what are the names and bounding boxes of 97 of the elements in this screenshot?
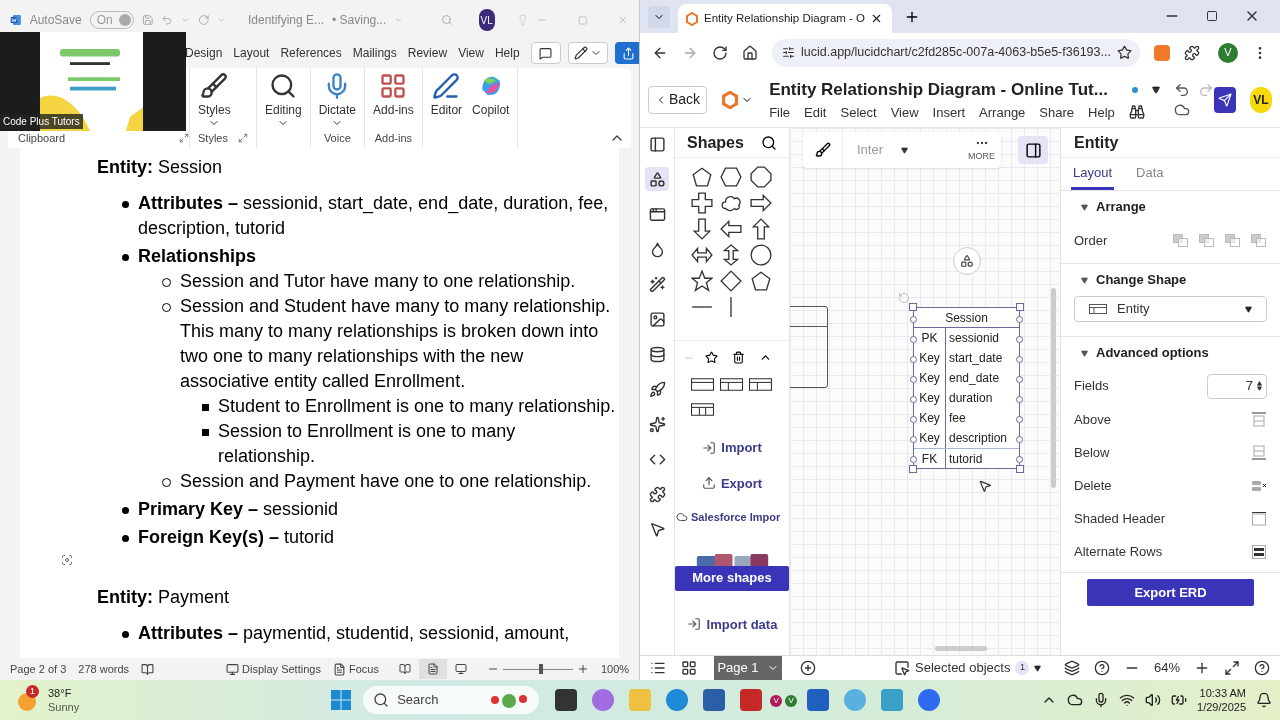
more-button[interactable]: MORE xyxy=(968,136,995,164)
group-label: Styles xyxy=(198,131,228,145)
selected-objects-button[interactable]: Selected objects 1 xyxy=(894,658,1042,678)
ribbon-button[interactable]: Copilot xyxy=(472,72,510,117)
participant-name-tag: Code Plus Tutors xyxy=(0,114,83,129)
ribbon-tab[interactable]: View xyxy=(458,44,484,62)
row-label: Delete xyxy=(1074,476,1112,495)
row-label: Below xyxy=(1074,443,1110,462)
menu-item[interactable]: Share xyxy=(1039,102,1075,122)
row-label: Order xyxy=(1074,232,1108,251)
more-shapes-button[interactable]: More shapes xyxy=(675,565,789,591)
ribbon-tab[interactable]: References xyxy=(280,44,342,62)
list-item-text: Foreign Key(s) – tutorid xyxy=(138,526,335,549)
field-cell[interactable]: description xyxy=(946,428,1008,448)
export-erd-button[interactable]: Export ERD xyxy=(1087,579,1254,606)
row-label: Fields xyxy=(1074,377,1109,396)
ribbon-button[interactable]: Styles xyxy=(198,72,231,129)
group-label: Voice xyxy=(323,131,351,145)
weather-condition: Sunny xyxy=(48,700,80,714)
list-item-text: Attributes – paymentid, studentid, sessionid, amount, xyxy=(138,622,570,645)
ribbon-tab[interactable]: Design xyxy=(185,44,223,62)
profile-avatar[interactable]: V xyxy=(1218,42,1238,63)
panel-tab[interactable]: Layout xyxy=(1071,162,1115,190)
browser-tab[interactable]: Entity Relationship Diagram - O xyxy=(678,4,892,33)
group-label: Add-ins xyxy=(374,131,412,145)
list-item-text: Session and Payment have one to one relationship. xyxy=(180,470,592,493)
clock[interactable]: 10:33 AM 1/29/2025 xyxy=(1197,686,1246,714)
menu-item[interactable]: Help xyxy=(1088,102,1115,122)
ribbon-button[interactable]: Editor xyxy=(430,72,463,117)
ribbon-tab[interactable]: Layout xyxy=(233,44,270,62)
focus-button[interactable]: Focus xyxy=(332,660,379,678)
shape-select[interactable]: Entity xyxy=(1074,296,1267,322)
ribbon-button[interactable]: Dictate xyxy=(318,72,357,129)
ribbon-tab[interactable]: Review xyxy=(407,44,448,62)
panel-title: Shapes xyxy=(687,132,744,153)
menu-item[interactable]: Select xyxy=(840,102,877,122)
fields-spinner[interactable]: 7 xyxy=(1207,373,1267,399)
menu-item[interactable]: View xyxy=(890,102,919,122)
menu-item[interactable]: Arrange xyxy=(979,102,1026,122)
profile-badge: V xyxy=(770,695,783,707)
list-item-text: Session and Tutor have many to one relationship. xyxy=(180,270,576,293)
url-text: lucid.app/lucidchart/c2fd285c-007a-4063-b5e5-f36193... xyxy=(801,44,1111,62)
field-cell[interactable]: end_date xyxy=(946,368,1000,388)
row-label: Above xyxy=(1074,410,1111,429)
zoom-level: 64% xyxy=(1153,659,1180,678)
list-item-text: Student to Enrollment is one to many relationship. xyxy=(218,395,616,418)
address-bar[interactable]: lucid.app/lucidchart/c2fd285c-007a-4063-b5e5-f36193... xyxy=(772,38,1140,67)
panel-title: Entity xyxy=(1061,128,1280,158)
display-settings-button[interactable]: Display Settings xyxy=(226,660,321,678)
list-item-text: Session to Enrollment is one to many relationship. xyxy=(218,420,517,468)
ribbon-button[interactable]: Editing xyxy=(264,72,302,129)
library-action[interactable]: Import xyxy=(702,438,762,458)
menu-item[interactable]: File xyxy=(769,102,791,122)
section-header[interactable]: Change Shape xyxy=(1061,264,1280,296)
section-header[interactable]: Advanced options xyxy=(1061,337,1280,369)
list-item-text: Session and Student have many to many relationship. This many to many relationships is broken down into two one to many relationships with the new associative entity called Enrollment. xyxy=(180,295,612,393)
list-item-text: Relationships xyxy=(138,245,257,268)
panel-tab[interactable]: Data xyxy=(1134,162,1166,190)
row-label: Alternate Rows xyxy=(1074,542,1163,561)
profile-badge: V xyxy=(785,695,798,707)
notification-badge: 1 xyxy=(26,685,39,698)
section-heading: Entity: Session xyxy=(97,156,224,179)
library-action[interactable]: Export xyxy=(701,473,763,493)
back-button[interactable]: Back xyxy=(648,85,708,114)
import-data-link[interactable]: Import data xyxy=(675,614,789,634)
temperature: 38°F xyxy=(48,686,73,700)
menu-item[interactable]: Edit xyxy=(804,102,827,122)
field-cell[interactable]: sessionid xyxy=(946,328,1000,348)
canvas[interactable]: Inter MORE Session PK sessionid Key start_date Key end_date Key duration Key fee Key description FK tutorid xyxy=(790,128,1060,655)
ribbon-tab[interactable]: Mailings xyxy=(352,44,397,62)
ribbon-tab[interactable]: Help xyxy=(494,44,520,62)
tab-title: Entity Relationship Diagram - O xyxy=(704,10,866,26)
zoom-level: 100% xyxy=(600,661,630,677)
field-cell[interactable]: duration xyxy=(946,388,993,408)
user-avatar[interactable]: VL xyxy=(478,9,495,31)
count-badge: 1 xyxy=(1015,661,1030,675)
save-status: • Saving... xyxy=(332,12,387,29)
library-action[interactable]: Salesforce Impor xyxy=(675,509,781,526)
section-heading: Entity: Payment xyxy=(97,586,231,609)
autosave-label: AutoSave xyxy=(29,12,82,29)
menu-item[interactable]: Insert xyxy=(932,102,966,122)
group-label: Clipboard xyxy=(18,131,66,145)
field-cell[interactable]: start_date xyxy=(946,348,1003,368)
list-item-text: Attributes – sessionid, start_date, end_date, duration, fee, description, tutorid xyxy=(138,192,610,240)
ribbon-button[interactable]: Add-ins xyxy=(373,72,414,117)
document-title[interactable]: Entity Relationship Diagram - Online Tut... xyxy=(769,77,1108,103)
field-cell[interactable]: fee xyxy=(946,408,966,428)
list-item-text: Primary Key – sessionid xyxy=(138,498,339,521)
page-tab[interactable]: Page 1 xyxy=(714,655,782,680)
row-label: Shaded Header xyxy=(1074,509,1166,528)
user-avatar[interactable]: VL xyxy=(1249,86,1272,113)
field-cell[interactable]: tutorid xyxy=(946,448,983,469)
search-field[interactable]: Search xyxy=(363,686,540,714)
word-count: 278 words xyxy=(78,661,130,677)
document-title: Identifying E... xyxy=(248,12,325,29)
page-count: Page 2 of 3 xyxy=(10,661,67,677)
section-header[interactable]: Arrange xyxy=(1061,191,1280,223)
